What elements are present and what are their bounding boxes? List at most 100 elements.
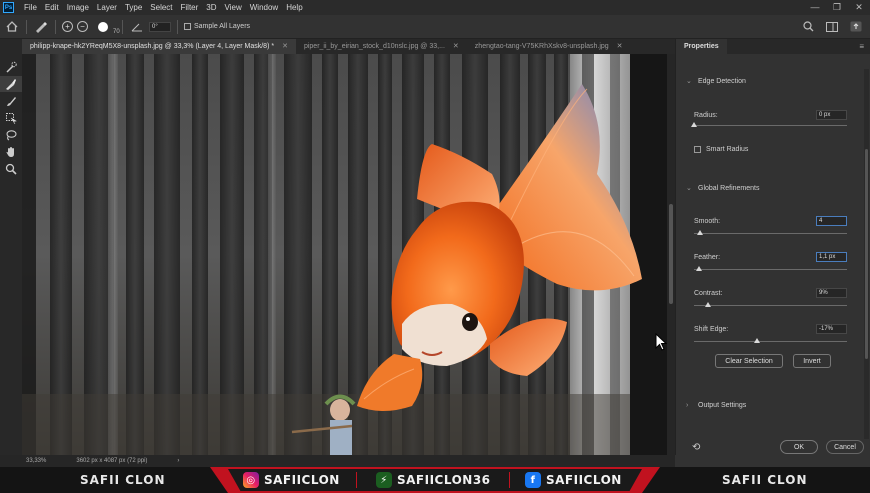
edge-detection-section[interactable]: ⌄ Edge Detection [686, 77, 746, 85]
zoom-tool-icon[interactable] [0, 161, 22, 177]
radius-slider[interactable] [694, 125, 847, 126]
panel-menu-icon[interactable]: ≡ [859, 42, 870, 51]
ok-button[interactable]: OK [780, 440, 818, 454]
feather-slider[interactable] [694, 269, 847, 270]
sample-all-layers-label: Sample All Layers [194, 23, 251, 30]
options-right-tools [800, 19, 870, 35]
menu-bar: Ps File Edit Image Layer Type Select Fil… [0, 0, 870, 15]
scrollbar-thumb[interactable] [865, 149, 868, 359]
menu-view[interactable]: View [221, 3, 246, 12]
smooth-slider[interactable] [694, 233, 847, 234]
search-icon[interactable] [800, 19, 816, 35]
separator [177, 19, 178, 34]
document-canvas[interactable] [22, 54, 667, 455]
lightning-icon: ⚡ [376, 472, 392, 488]
menu-3d[interactable]: 3D [202, 3, 220, 12]
menu-filter[interactable]: Filter [177, 3, 203, 12]
feather-label: Feather: [694, 254, 721, 261]
menu-file[interactable]: File [20, 3, 41, 12]
brush-angle-input[interactable]: 0° [149, 21, 171, 32]
properties-header: Properties ≡ [676, 39, 870, 54]
menu-edit[interactable]: Edit [41, 3, 63, 12]
reset-icon[interactable]: ⟲ [692, 442, 700, 453]
menu-help[interactable]: Help [282, 3, 306, 12]
minimize-button[interactable]: — [804, 2, 826, 13]
smart-radius-label: Smart Radius [706, 146, 749, 153]
document-dimensions: 3602 px x 4087 px (72 ppi) [76, 458, 148, 464]
status-bar: 33,33% 3602 px x 4087 px (72 ppi) › [22, 455, 675, 467]
sample-all-layers-checkbox[interactable] [184, 23, 191, 30]
brush-tool-icon[interactable] [0, 93, 22, 109]
cancel-button[interactable]: Cancel [826, 440, 864, 454]
chevron-down-icon: ⌄ [686, 78, 692, 85]
global-refinements-section[interactable]: ⌄ Global Refinements [686, 184, 759, 192]
facebook-handle: f SAFIICLON [525, 472, 622, 488]
tab-zhengtao-tang[interactable]: zhengtao-tang-V75KRhXskv8-unsplash.jpg ✕ [467, 39, 631, 54]
close-tab-icon[interactable]: ✕ [453, 43, 459, 50]
banner-right-text: SAFII CLON [722, 473, 808, 487]
edge-detection-title: Edge Detection [698, 78, 746, 85]
zoom-level[interactable]: 33,33% [22, 458, 46, 464]
other-handle: ⚡ SAFIICLON36 [376, 472, 491, 488]
menu-window[interactable]: Window [246, 3, 282, 12]
contrast-input[interactable]: 9% [816, 288, 847, 298]
output-settings-title: Output Settings [698, 402, 747, 409]
feather-slider-handle[interactable] [695, 266, 702, 271]
refine-edge-brush-tool-icon[interactable] [0, 76, 22, 92]
radius-label: Radius: [694, 112, 718, 119]
properties-scrollbar[interactable] [864, 69, 869, 439]
canvas-artwork [22, 54, 667, 455]
menu-type[interactable]: Type [121, 3, 146, 12]
subtract-from-area-button[interactable]: − [77, 21, 88, 32]
chevron-right-icon[interactable]: › [173, 458, 179, 464]
radius-slider-handle[interactable] [691, 122, 697, 127]
contrast-slider-handle[interactable] [704, 302, 711, 307]
menu-layer[interactable]: Layer [93, 3, 121, 12]
refine-brush-icon[interactable] [33, 19, 49, 35]
smooth-slider-handle[interactable] [697, 230, 704, 235]
home-icon[interactable] [4, 19, 20, 35]
output-settings-section[interactable]: › Output Settings [686, 402, 746, 409]
tab-piper[interactable]: piper_ii_by_eirian_stock_d10nslc.jpg @ 3… [296, 39, 467, 54]
properties-panel: Properties ≡ ⌄ Edge Detection Radius: 0 p… [675, 39, 870, 455]
smooth-input[interactable]: 4 [816, 216, 847, 226]
lasso-tool-icon[interactable] [0, 127, 22, 143]
chevron-right-icon: › [686, 402, 689, 409]
shift-edge-input[interactable]: -17% [816, 324, 847, 334]
contrast-label: Contrast: [694, 290, 723, 297]
facebook-label: SAFIICLON [546, 473, 622, 487]
close-tab-icon[interactable]: ✕ [282, 43, 288, 50]
hand-tool-icon[interactable] [0, 144, 22, 160]
global-refinements-title: Global Refinements [698, 185, 760, 192]
brush-preset-picker[interactable] [98, 21, 108, 32]
menu-image[interactable]: Image [63, 3, 93, 12]
separator [26, 19, 27, 34]
smart-radius-checkbox[interactable] [694, 146, 701, 153]
share-icon[interactable] [848, 19, 864, 35]
canvas-vertical-scrollbar[interactable] [667, 54, 675, 455]
scrollbar-thumb[interactable] [669, 204, 673, 304]
radius-input[interactable]: 0 px [816, 110, 847, 120]
angle-icon [129, 19, 145, 35]
object-selection-tool-icon[interactable] [0, 110, 22, 126]
workspace-icon[interactable] [824, 19, 840, 35]
instagram-icon: ◎ [243, 472, 259, 488]
clear-selection-button[interactable]: Clear Selection [715, 354, 783, 368]
separator [55, 19, 56, 34]
mouse-cursor-icon [655, 333, 667, 351]
close-window-button[interactable]: ✕ [848, 2, 870, 13]
menu-select[interactable]: Select [146, 3, 176, 12]
smooth-label: Smooth: [694, 218, 721, 225]
tab-properties[interactable]: Properties [676, 39, 727, 54]
quick-selection-tool-icon[interactable] [0, 59, 22, 75]
tab-philipp-knape[interactable]: philipp-knape-hk2YReqM5X8-unsplash.jpg @… [22, 39, 296, 54]
shift-edge-slider-handle[interactable] [754, 338, 761, 343]
contrast-slider[interactable] [694, 305, 847, 306]
shift-edge-slider[interactable] [694, 341, 847, 342]
maximize-button[interactable]: ❐ [826, 2, 848, 13]
add-to-area-button[interactable]: + [62, 21, 73, 32]
feather-input[interactable]: 1,1 px [816, 252, 847, 262]
close-tab-icon[interactable]: ✕ [617, 43, 623, 50]
invert-button[interactable]: Invert [793, 354, 831, 368]
divider [356, 472, 357, 488]
